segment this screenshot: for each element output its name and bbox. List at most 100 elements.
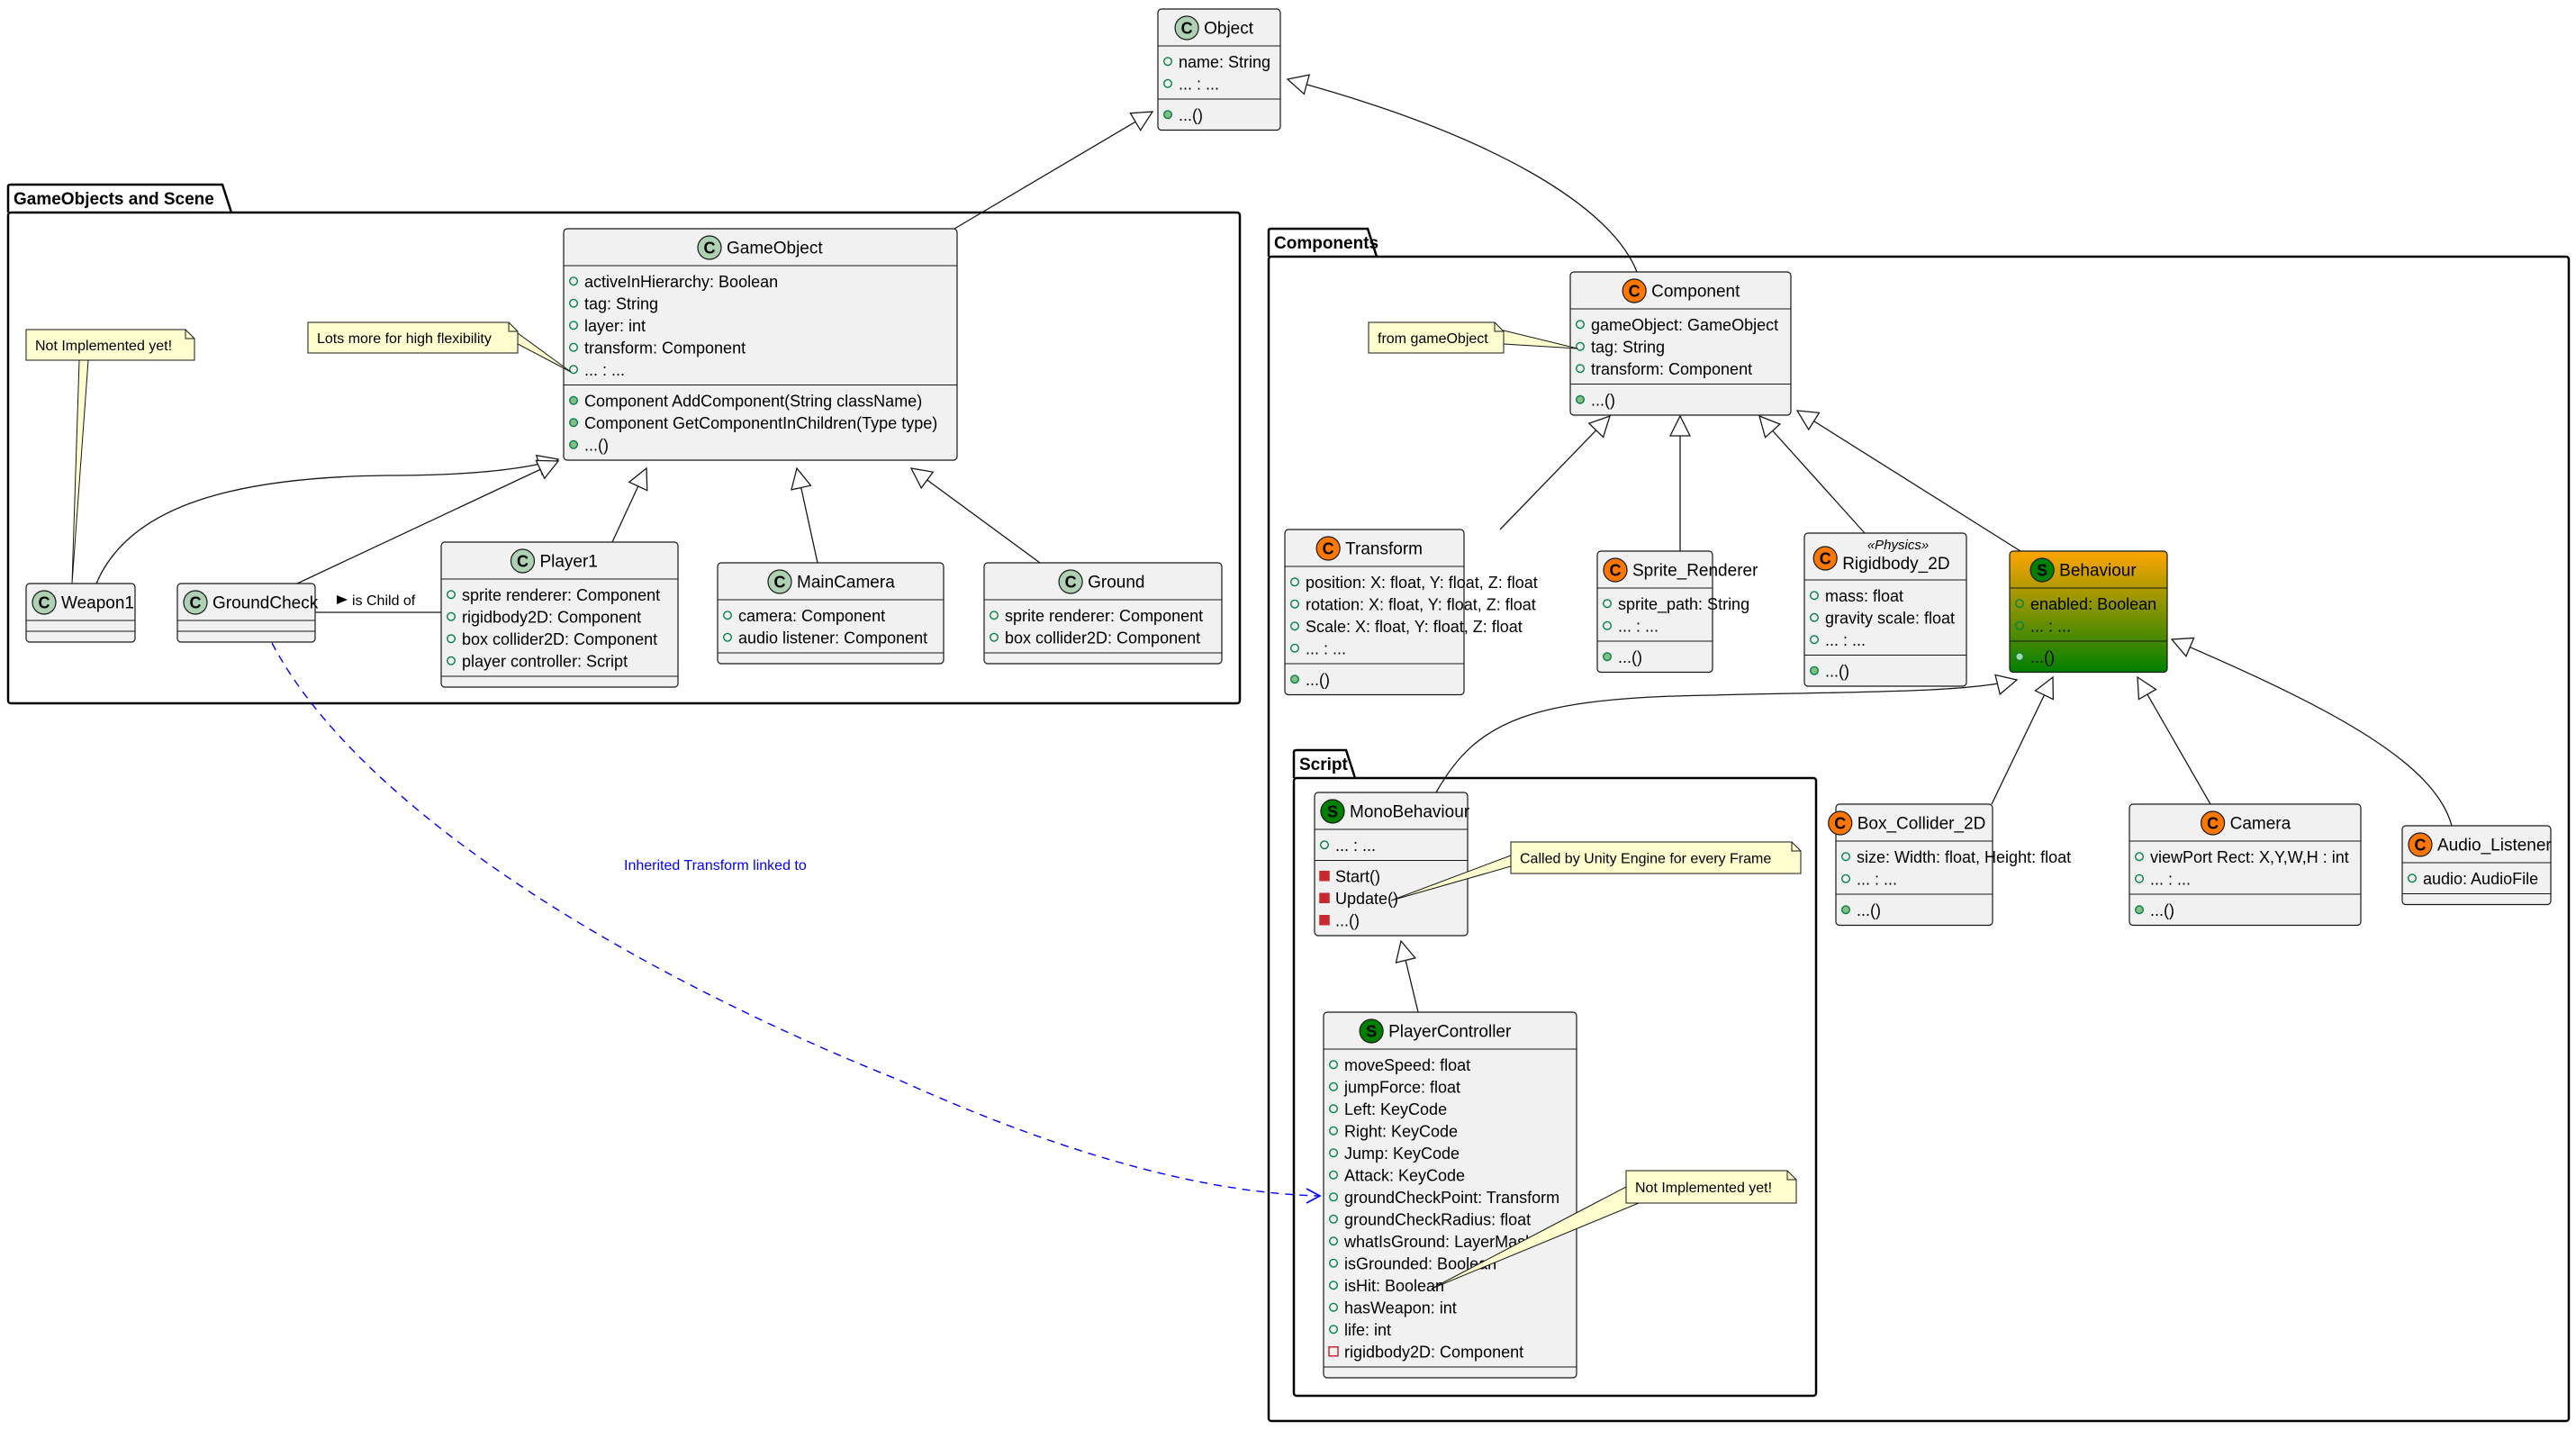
class-name: PlayerController xyxy=(1388,1023,1512,1042)
package-title: Script xyxy=(1299,756,1349,774)
class-field: box collider2D: Component xyxy=(1005,629,1200,647)
class-field: ... : ... xyxy=(1335,837,1376,855)
inheritance-arrowhead-icon xyxy=(1286,74,1311,95)
class-field: sprite renderer: Component xyxy=(462,586,660,604)
class-name: Object xyxy=(1204,20,1254,39)
spot-letter: C xyxy=(190,594,202,612)
public-visibility-icon xyxy=(569,439,579,449)
class-field: position: X: float, Y: float, Z: float xyxy=(1306,574,1538,592)
spot-letter: S xyxy=(1327,803,1338,821)
class-field: transform: Component xyxy=(1591,360,1752,378)
class-object[interactable]: C Object name: String ... : ... ...() xyxy=(1157,8,1281,131)
class-name: Box_Collider_2D xyxy=(1857,815,1986,834)
class-stereotype: «Physics» xyxy=(1867,538,1929,553)
class-field: layer: int xyxy=(584,317,646,335)
spot-letter: C xyxy=(2415,837,2427,855)
class-field: player controller: Script xyxy=(462,652,628,670)
class-field: Scale: X: float, Y: float, Z: float xyxy=(1306,618,1523,636)
class-field: mass: float xyxy=(1825,587,1903,605)
class-field: ... : ... xyxy=(584,361,625,379)
public-visibility-icon xyxy=(2134,905,2144,915)
class-name: MonoBehaviour xyxy=(1350,803,1470,822)
class-field: life: int xyxy=(1344,1321,1391,1339)
class-method: Component AddComponent(String className) xyxy=(584,392,922,410)
class-maincamera[interactable]: C MainCamera camera: Component audio listen… xyxy=(717,562,945,665)
spot-letter: C xyxy=(1834,815,1846,833)
class-field: activeInHierarchy: Boolean xyxy=(584,273,778,291)
class-field: Jump: KeyCode xyxy=(1344,1145,1460,1163)
spot-letter: S xyxy=(1366,1023,1377,1041)
class-ground[interactable]: C Ground sprite renderer: Component box col… xyxy=(983,562,1223,665)
class-field: ... : ... xyxy=(1179,75,1219,93)
public-visibility-icon xyxy=(1809,665,1819,675)
class-monobehaviour[interactable]: S MonoBehaviour ... : ... Start() Update()..… xyxy=(1314,792,1470,937)
private-visibility-icon xyxy=(1319,915,1330,926)
private-visibility-icon xyxy=(1319,892,1330,903)
class-audio_listener[interactable]: C Audio_Listener audio: AudioFile xyxy=(2401,825,2552,906)
class-method: ...() xyxy=(2030,648,2055,666)
class-method: ...() xyxy=(1618,648,1642,666)
class-method: ...() xyxy=(1306,671,1330,689)
uml-class-diagram: GameObjects and SceneComponentsScript CO… xyxy=(6,8,2571,1423)
class-name: Weapon1 xyxy=(61,594,134,613)
class-field: groundCheckRadius: float xyxy=(1344,1210,1531,1228)
spot-letter: C xyxy=(39,594,50,612)
class-name: MainCamera xyxy=(797,574,895,593)
class-camera[interactable]: C Camera viewPort Rect: X,Y,W,H : int ... :… xyxy=(2129,803,2362,927)
class-field: ... : ... xyxy=(2030,617,2071,635)
class-behaviour[interactable]: S Behaviour enabled: Boolean ... : ... ...() xyxy=(2009,550,2168,674)
class-playercontroller[interactable]: S PlayerController moveSpeed: float jumpFor… xyxy=(1323,1011,1577,1379)
spot-letter: C xyxy=(517,553,529,571)
class-weapon1[interactable]: C Weapon1 xyxy=(25,583,136,643)
class-field: Left: KeyCode xyxy=(1344,1100,1447,1118)
spot-letter: C xyxy=(774,574,786,592)
class-field: jumpForce: float xyxy=(1343,1078,1460,1096)
class-field: tag: String xyxy=(1591,338,1665,356)
spot-letter: C xyxy=(2207,815,2219,833)
class-field: audio: AudioFile xyxy=(2423,870,2538,888)
note-text: Not Implemented yet! xyxy=(1635,1181,1772,1196)
class-method: Component GetComponentInChildren(Type ty… xyxy=(584,414,937,432)
class-name: Audio_Listener xyxy=(2437,837,2552,855)
public-visibility-icon xyxy=(569,418,579,428)
class-method: ...() xyxy=(1179,106,1203,124)
dependency-label: Inherited Transform linked to xyxy=(624,858,807,873)
class-field: tag: String xyxy=(584,294,658,312)
class-name: GameObject xyxy=(727,240,823,258)
class-field: enabled: Boolean xyxy=(2030,595,2156,613)
class-name: Transform xyxy=(1345,540,1423,559)
class-name: Player1 xyxy=(539,553,597,572)
association-label: is Child of xyxy=(352,593,416,609)
class-field: ... : ... xyxy=(1618,617,1659,635)
class-player1[interactable]: C Player1 sprite renderer: Component rigidb… xyxy=(440,541,679,688)
inheritance-arrowhead-icon xyxy=(1129,111,1154,131)
spot-letter: C xyxy=(1181,20,1193,38)
spot-letter: C xyxy=(704,240,716,258)
class-method: ...() xyxy=(2150,901,2174,919)
spot-letter: C xyxy=(1610,562,1622,580)
spot-letter: C xyxy=(1820,550,1831,568)
public-visibility-icon xyxy=(569,395,579,405)
class-field: ... : ... xyxy=(1306,639,1346,657)
class-groundcheck[interactable]: C GroundCheck xyxy=(176,583,319,643)
class-method: ...() xyxy=(1335,911,1360,929)
class-rigidbody_2d[interactable]: C «Physics» Rigidbody_2D mass: float gravity… xyxy=(1803,532,1967,687)
class-field: size: Width: float, Height: float xyxy=(1857,848,2071,866)
class-field: gameObject: GameObject xyxy=(1591,316,1778,334)
class-field: sprite renderer: Component xyxy=(1005,607,1203,625)
spot-letter: S xyxy=(2037,562,2047,580)
class-field: ... : ... xyxy=(1825,631,1866,649)
public-visibility-icon xyxy=(1289,674,1299,684)
spot-letter: C xyxy=(1065,574,1077,592)
class-component[interactable]: C Component gameObject: GameObject tag: Str… xyxy=(1569,271,1792,416)
class-gameobject[interactable]: C GameObject activeInHierarchy: Boolean tag… xyxy=(563,228,958,461)
class-field: sprite_path: String xyxy=(1618,595,1749,614)
note-text: Not Implemented yet! xyxy=(35,339,172,354)
spot-letter: C xyxy=(1629,283,1641,301)
note-text: from gameObject xyxy=(1378,331,1488,347)
class-name: GroundCheck xyxy=(212,594,319,613)
public-visibility-icon xyxy=(1840,905,1850,915)
class-field: Right: KeyCode xyxy=(1344,1122,1458,1140)
class-method: ...() xyxy=(1591,391,1615,409)
package-title: Components xyxy=(1274,234,1378,253)
